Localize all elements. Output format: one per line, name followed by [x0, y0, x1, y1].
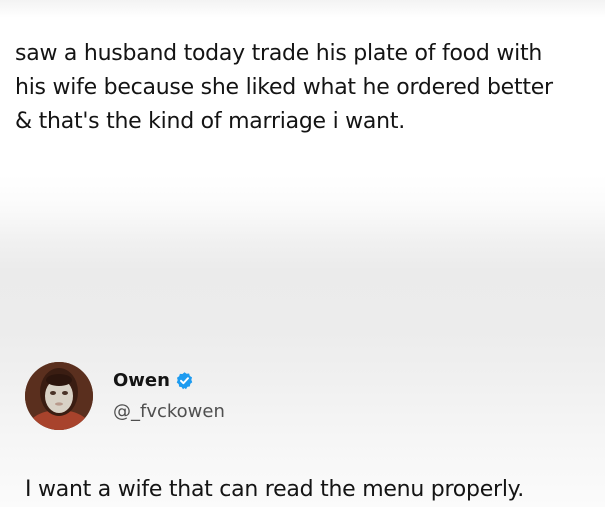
top-edge: [0, 0, 605, 18]
reply-text: I want a wife that can read the menu pro…: [25, 477, 525, 502]
tweet-line-2: his wife because she liked what he order…: [15, 75, 553, 100]
avatar[interactable]: [25, 362, 93, 430]
author-row: Owen: [113, 370, 194, 391]
profile-photo-icon: [25, 362, 93, 430]
verified-badge-icon: [175, 371, 194, 390]
user-handle[interactable]: @_fvckowen: [113, 401, 225, 422]
tweet-line-1: saw a husband today trade his plate of f…: [15, 41, 543, 66]
tweet-line-3: & that's the kind of marriage i want.: [15, 109, 405, 134]
original-tweet-text: saw a husband today trade his plate of f…: [15, 37, 600, 139]
display-name[interactable]: Owen: [113, 370, 170, 391]
